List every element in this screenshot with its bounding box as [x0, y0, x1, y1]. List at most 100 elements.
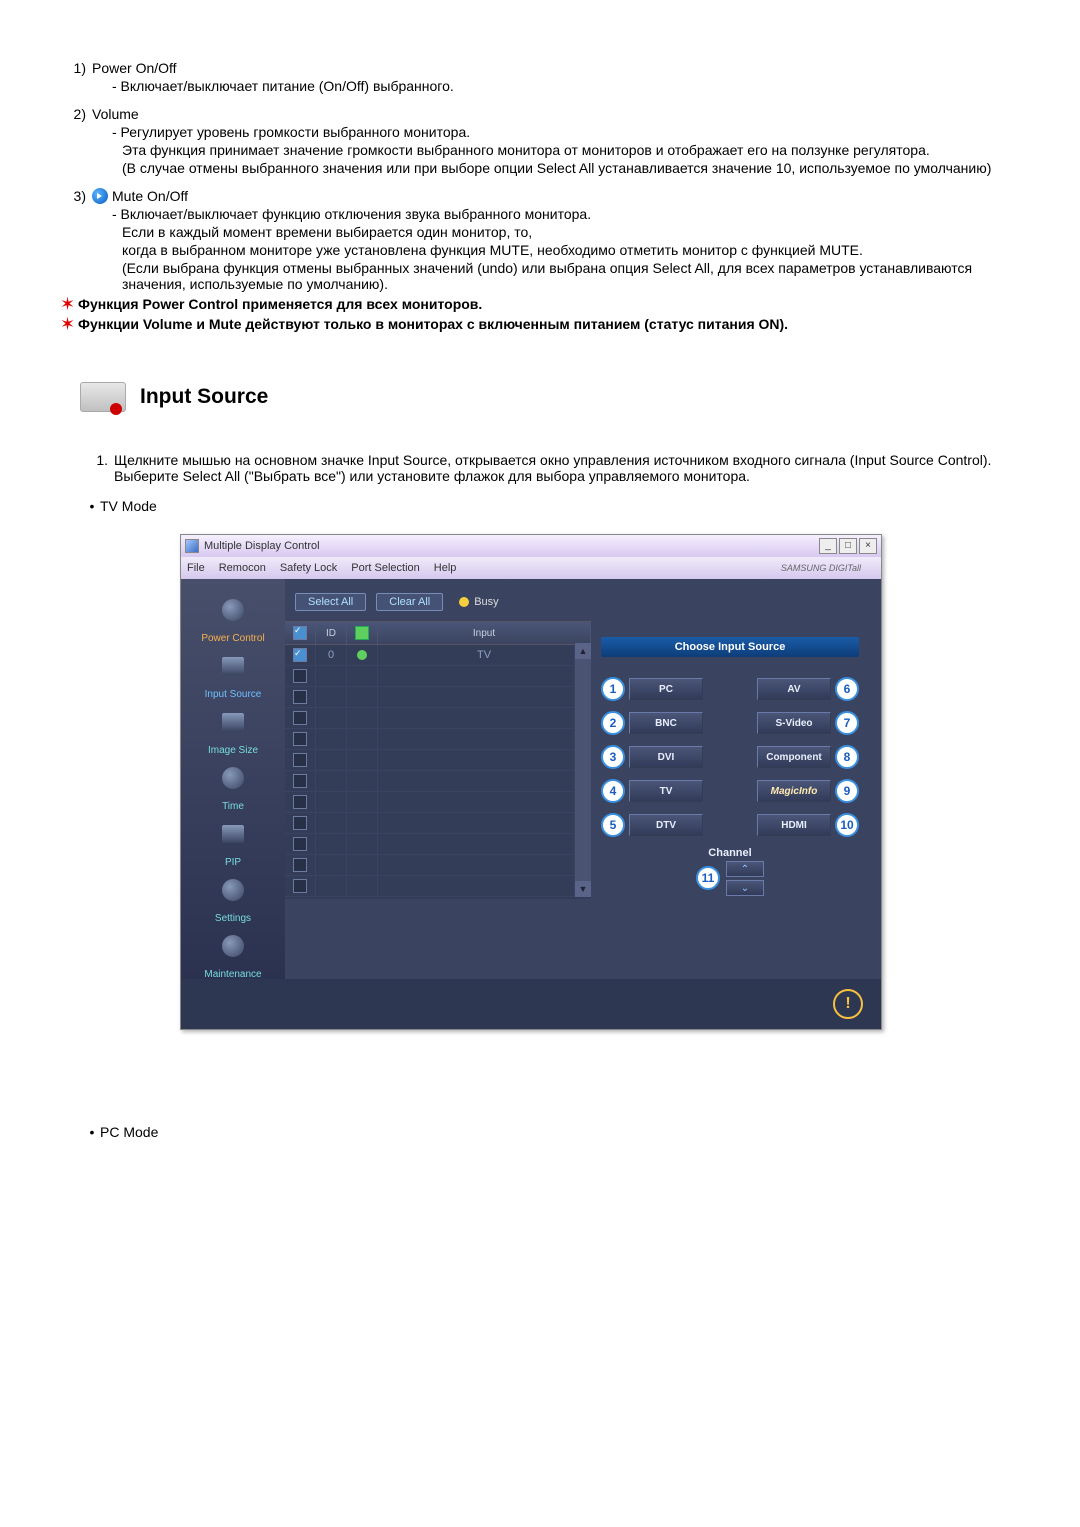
header-checkbox[interactable]	[293, 626, 307, 640]
sidebar-item-input-source[interactable]: Input Source	[181, 679, 285, 709]
row-checkbox[interactable]	[293, 879, 307, 893]
row-checkbox[interactable]	[293, 774, 307, 788]
table-row[interactable]	[285, 750, 591, 771]
table-row[interactable]: 0 TV	[285, 645, 591, 666]
section-title: Input Source	[140, 385, 268, 409]
window-titlebar: Multiple Display Control _ □ ×	[181, 535, 881, 557]
source-tv-button[interactable]: TV	[629, 780, 703, 802]
scroll-up-icon[interactable]: ▲	[575, 643, 591, 659]
source-dtv-button[interactable]: DTV	[629, 814, 703, 836]
scrollbar[interactable]: ▲ ▼	[574, 643, 591, 897]
source-dvi-button[interactable]: DVI	[629, 746, 703, 768]
table-row[interactable]	[285, 771, 591, 792]
row-checkbox[interactable]	[293, 669, 307, 683]
menu-bar: File Remocon Safety Lock Port Selection …	[181, 557, 881, 579]
table-row[interactable]	[285, 708, 591, 729]
note-text: Функция Power Control применяется для вс…	[78, 296, 482, 312]
row-checkbox[interactable]	[293, 816, 307, 830]
row-checkbox[interactable]	[293, 753, 307, 767]
input-source-icon[interactable]	[222, 657, 244, 675]
source-pc-button[interactable]: PC	[629, 678, 703, 700]
note-text: Функции Volume и Mute действуют только в…	[78, 316, 788, 332]
sidebar-item-pip[interactable]: PIP	[181, 847, 285, 877]
scroll-down-icon[interactable]: ▼	[575, 881, 591, 897]
minimize-button[interactable]: _	[819, 538, 837, 554]
menu-port-selection[interactable]: Port Selection	[351, 562, 419, 574]
brand-label: SAMSUNG DIGITall	[781, 563, 861, 573]
table-row[interactable]	[285, 666, 591, 687]
window-title: Multiple Display Control	[204, 540, 320, 552]
source-svideo-button[interactable]: S-Video	[757, 712, 831, 734]
item-desc: - Регулирует уровень громкости выбранног…	[60, 124, 1000, 140]
table-row[interactable]	[285, 687, 591, 708]
menu-file[interactable]: File	[187, 562, 205, 574]
menu-remocon[interactable]: Remocon	[219, 562, 266, 574]
app-icon	[185, 539, 199, 553]
badge-8: 8	[835, 745, 859, 769]
clear-all-button[interactable]: Clear All	[376, 593, 443, 611]
settings-icon[interactable]	[222, 879, 244, 901]
busy-label: Busy	[474, 596, 498, 608]
row-checkbox[interactable]	[293, 858, 307, 872]
bullet-icon: •	[84, 498, 100, 514]
pip-icon[interactable]	[222, 825, 244, 843]
source-hdmi-button[interactable]: HDMI	[757, 814, 831, 836]
source-bnc-button[interactable]: BNC	[629, 712, 703, 734]
source-component-button[interactable]: Component	[757, 746, 831, 768]
step-text: Щелкните мышью на основном значке Input …	[114, 452, 991, 468]
mode-label: PC Mode	[100, 1124, 158, 1140]
step-number: 1.	[84, 452, 114, 484]
channel-down-button[interactable]: ⌄	[726, 880, 764, 896]
source-magicinfo-button[interactable]: MagicInfo	[757, 780, 831, 802]
table-row[interactable]	[285, 834, 591, 855]
close-button[interactable]: ×	[859, 538, 877, 554]
item-number: 3)	[60, 188, 92, 204]
menu-help[interactable]: Help	[434, 562, 457, 574]
table-row[interactable]	[285, 729, 591, 750]
status-header-icon	[355, 626, 369, 640]
channel-up-button[interactable]: ⌃	[726, 861, 764, 877]
item-title: Power On/Off	[92, 60, 177, 76]
image-size-icon[interactable]	[222, 713, 244, 731]
table-row[interactable]	[285, 855, 591, 876]
row-checkbox[interactable]	[293, 711, 307, 725]
maintenance-icon[interactable]	[222, 935, 244, 957]
sidebar-item-image-size[interactable]: Image Size	[181, 735, 285, 765]
source-av-button[interactable]: AV	[757, 678, 831, 700]
star-icon: ✶	[60, 296, 78, 312]
sidebar-item-time[interactable]: Time	[181, 791, 285, 821]
badge-7: 7	[835, 711, 859, 735]
busy-indicator-icon	[459, 597, 469, 607]
status-bar: !	[181, 979, 881, 1029]
sidebar-item-maintenance[interactable]: Maintenance	[181, 959, 285, 989]
row-input: TV	[378, 645, 591, 665]
table-row[interactable]	[285, 876, 591, 897]
panel-title: Choose Input Source	[601, 637, 859, 657]
maximize-button[interactable]: □	[839, 538, 857, 554]
status-dot-icon	[357, 650, 367, 660]
row-checkbox[interactable]	[293, 648, 307, 662]
badge-1: 1	[601, 677, 625, 701]
row-checkbox[interactable]	[293, 690, 307, 704]
power-control-icon[interactable]	[222, 599, 244, 621]
badge-5: 5	[601, 813, 625, 837]
table-row[interactable]	[285, 792, 591, 813]
table-row[interactable]	[285, 813, 591, 834]
star-icon: ✶	[60, 316, 78, 332]
badge-4: 4	[601, 779, 625, 803]
mode-label: TV Mode	[100, 498, 157, 514]
item-desc: - Включает/выключает функцию отключения …	[60, 206, 1000, 222]
sidebar-item-settings[interactable]: Settings	[181, 903, 285, 933]
item-number: 1)	[60, 60, 92, 76]
select-all-button[interactable]: Select All	[295, 593, 366, 611]
item-desc: когда в выбранном мониторе уже установле…	[60, 242, 1000, 258]
item-desc: (Если выбрана функция отмены выбранных з…	[60, 260, 1000, 292]
menu-safety-lock[interactable]: Safety Lock	[280, 562, 337, 574]
badge-9: 9	[835, 779, 859, 803]
row-checkbox[interactable]	[293, 795, 307, 809]
row-checkbox[interactable]	[293, 732, 307, 746]
badge-10: 10	[835, 813, 859, 837]
sidebar-item-power[interactable]: Power Control	[181, 623, 285, 653]
row-checkbox[interactable]	[293, 837, 307, 851]
time-icon[interactable]	[222, 767, 244, 789]
